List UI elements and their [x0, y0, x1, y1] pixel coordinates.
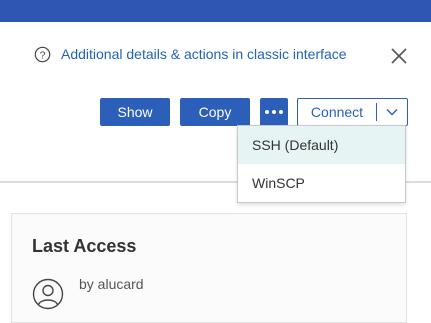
- menu-item-winscp[interactable]: WinSCP: [238, 164, 405, 202]
- menu-item-ssh[interactable]: SSH (Default): [238, 126, 405, 164]
- show-button[interactable]: Show: [100, 98, 170, 126]
- connect-dropdown-menu: SSH (Default) WinSCP: [237, 125, 406, 203]
- help-circle-icon: ?: [34, 46, 51, 63]
- classic-interface-link[interactable]: Additional details & actions in classic …: [61, 46, 347, 62]
- more-actions-button[interactable]: [260, 98, 288, 126]
- classic-interface-info: ? Additional details & actions in classi…: [34, 44, 347, 64]
- copy-button[interactable]: Copy: [180, 98, 250, 126]
- connect-split-button[interactable]: Connect: [297, 98, 408, 126]
- connect-button[interactable]: Connect: [298, 104, 376, 120]
- user-icon: [32, 278, 64, 310]
- top-header-bar: [0, 0, 431, 22]
- ellipsis-icon: [265, 110, 283, 114]
- close-icon[interactable]: [388, 45, 410, 67]
- svg-text:?: ?: [40, 49, 46, 61]
- last-access-title: Last Access: [32, 236, 137, 256]
- chevron-down-icon[interactable]: [377, 99, 407, 125]
- last-access-card: Last Access by alucard: [11, 213, 407, 323]
- last-access-user: by alucard: [79, 276, 144, 292]
